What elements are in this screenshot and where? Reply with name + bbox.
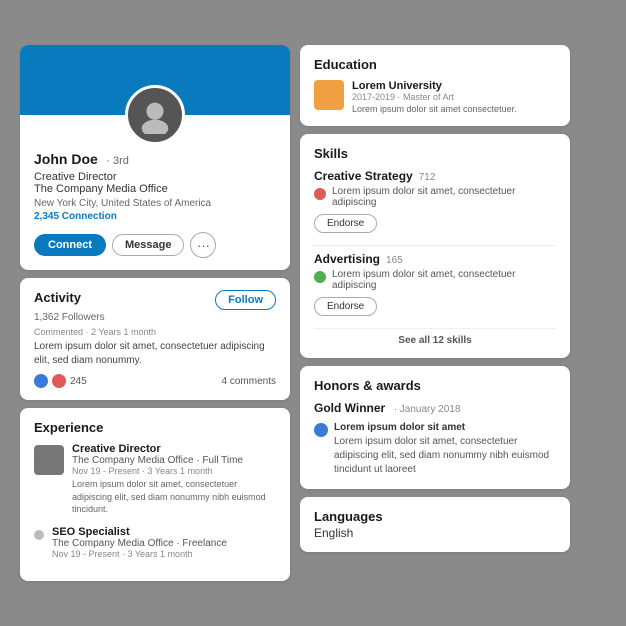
activity-card: Activity Follow 1,362 Followers Commente… — [20, 278, 290, 400]
see-all-skills[interactable]: See all 12 skills — [314, 335, 556, 346]
edu-desc: Lorem ipsum dolor sit amet consectetuer. — [352, 104, 517, 114]
education-body: Education Lorem University 2017-2019 · M… — [300, 45, 570, 126]
honor-title-row: Gold Winner · January 2018 — [314, 399, 556, 417]
exp-title-1: Creative Director — [72, 443, 276, 455]
experience-body: Experience Creative Director The Company… — [20, 408, 290, 581]
exp-date-2: Nov 19 - Present · 3 Years 1 month — [52, 549, 227, 559]
experience-item-2: SEO Specialist The Company Media Office … — [34, 526, 276, 559]
endorse-button-2[interactable]: Endorse — [314, 297, 377, 316]
skill-desc-2: Lorem ipsum dolor sit amet, consectetuer… — [332, 269, 556, 291]
language-name: English — [314, 526, 556, 540]
activity-header: Activity Follow — [34, 290, 276, 310]
skills-body: Skills Creative Strategy 712 Lorem ipsum… — [300, 134, 570, 358]
education-title: Education — [314, 57, 556, 72]
skill-name-1: Creative Strategy — [314, 169, 413, 183]
skills-title: Skills — [314, 146, 556, 161]
connect-button[interactable]: Connect — [34, 234, 106, 256]
skill-item-1: Creative Strategy 712 Lorem ipsum dolor … — [314, 169, 556, 235]
like-dot-blue — [34, 374, 48, 388]
honor-dot — [314, 423, 328, 437]
avatar — [125, 85, 185, 145]
exp-company-1: The Company Media Office · Full Time — [72, 455, 276, 466]
follow-button[interactable]: Follow — [215, 290, 276, 310]
edu-item: Lorem University 2017-2019 · Master of A… — [314, 80, 556, 114]
skills-card: Skills Creative Strategy 712 Lorem ipsum… — [300, 134, 570, 358]
right-panel: Education Lorem University 2017-2019 · M… — [300, 45, 570, 581]
honors-card: Honors & awards Gold Winner · January 20… — [300, 366, 570, 489]
profile-info: John Doe · 3rd Creative Director The Com… — [20, 151, 290, 270]
skill-count-1: 712 — [419, 172, 436, 183]
honor-long-desc: Lorem ipsum dolor sit amet, consectetuer… — [334, 435, 556, 477]
divider-2 — [314, 328, 556, 329]
edu-icon — [314, 80, 344, 110]
skill-dot-2 — [314, 271, 326, 283]
skill-item-2: Advertising 165 Lorem ipsum dolor sit am… — [314, 252, 556, 318]
skill-header-1: Creative Strategy 712 — [314, 169, 556, 183]
endorse-button-1[interactable]: Endorse — [314, 214, 377, 233]
profile-location: New York City, United States of America — [34, 198, 276, 209]
edu-details: Lorem University 2017-2019 · Master of A… — [352, 80, 517, 114]
honors-section-title: Honors & awards — [314, 378, 556, 393]
honor-row: Lorem ipsum dolor sit amet Lorem ipsum d… — [314, 421, 556, 477]
profile-actions: Connect Message ··· — [34, 232, 276, 258]
honor-short-desc: Lorem ipsum dolor sit amet — [334, 421, 556, 435]
exp-desc-1: Lorem ipsum dolor sit amet, consectetuer… — [72, 478, 276, 516]
honors-body: Honors & awards Gold Winner · January 20… — [300, 366, 570, 489]
skill-count-2: 165 — [386, 255, 403, 266]
comments-count[interactable]: 4 comments — [222, 376, 276, 387]
activity-likes: 245 — [34, 374, 87, 388]
honor-date: · January 2018 — [394, 404, 461, 415]
edu-school: Lorem University — [352, 80, 517, 92]
exp-details-1: Creative Director The Company Media Offi… — [72, 443, 276, 516]
activity-meta: Commented · 2 Years 1 month — [34, 327, 276, 337]
profile-name: John Doe — [34, 151, 98, 167]
languages-title: Languages — [314, 509, 556, 524]
activity-footer: 245 4 comments — [34, 374, 276, 388]
profile-title: Creative Director — [34, 171, 276, 183]
activity-text: Lorem ipsum dolor sit amet, consectetuer… — [34, 340, 276, 368]
skill-desc-1: Lorem ipsum dolor sit amet, consectetuer… — [332, 186, 556, 208]
skill-name-2: Advertising — [314, 252, 380, 266]
languages-body: Languages English — [300, 497, 570, 552]
activity-body: Activity Follow 1,362 Followers Commente… — [20, 278, 290, 400]
exp-icon-1 — [34, 445, 64, 475]
activity-title: Activity — [34, 290, 81, 305]
like-count: 245 — [70, 376, 87, 387]
profile-name-row: John Doe · 3rd — [34, 151, 276, 169]
exp-details-2: SEO Specialist The Company Media Office … — [52, 526, 227, 559]
message-button[interactable]: Message — [112, 234, 184, 256]
profile-connections[interactable]: 2,345 Connection — [34, 211, 276, 222]
skill-dot-1 — [314, 188, 326, 200]
education-card: Education Lorem University 2017-2019 · M… — [300, 45, 570, 126]
experience-title: Experience — [34, 420, 276, 435]
left-panel: John Doe · 3rd Creative Director The Com… — [20, 45, 290, 581]
languages-card: Languages English — [300, 497, 570, 552]
experience-item-1: Creative Director The Company Media Offi… — [34, 443, 276, 516]
edu-date: 2017-2019 · Master of Art — [352, 92, 517, 102]
exp-dot-2 — [34, 530, 44, 540]
honor-desc-wrap: Lorem ipsum dolor sit amet Lorem ipsum d… — [334, 421, 556, 477]
like-dot-red — [52, 374, 66, 388]
profile-badge: · 3rd — [106, 155, 129, 167]
profile-card: John Doe · 3rd Creative Director The Com… — [20, 45, 290, 270]
divider-1 — [314, 245, 556, 246]
profile-company: The Company Media Office — [34, 183, 276, 195]
exp-date-1: Nov 19 - Present · 3 Years 1 month — [72, 466, 276, 476]
skill-row-1: Lorem ipsum dolor sit amet, consectetuer… — [314, 186, 556, 208]
followers-text: 1,362 Followers — [34, 312, 276, 323]
experience-card: Experience Creative Director The Company… — [20, 408, 290, 581]
honor-title: Gold Winner — [314, 401, 385, 415]
exp-company-2: The Company Media Office · Freelance — [52, 538, 227, 549]
profile-avatar-wrap — [20, 85, 290, 145]
more-button[interactable]: ··· — [190, 232, 216, 258]
exp-title-2: SEO Specialist — [52, 526, 227, 538]
skill-header-2: Advertising 165 — [314, 252, 556, 266]
skill-row-2: Lorem ipsum dolor sit amet, consectetuer… — [314, 269, 556, 291]
